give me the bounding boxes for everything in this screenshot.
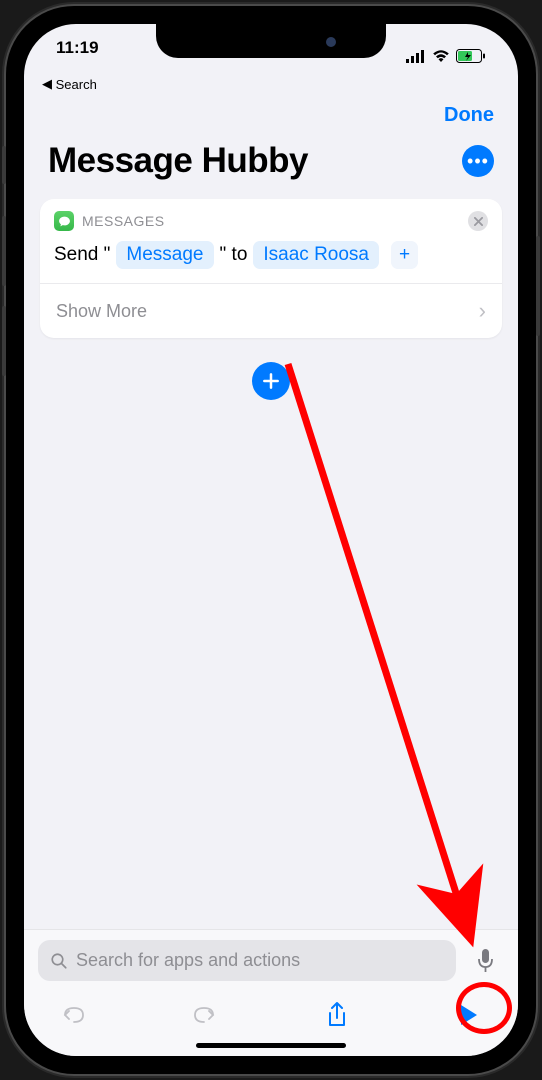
chevron-right-icon: › — [479, 298, 486, 324]
show-more-button[interactable]: Show More › — [40, 283, 502, 338]
action-card: MESSAGES Send " Message " to Isaac Roosa… — [40, 199, 502, 338]
battery-icon — [456, 49, 486, 63]
send-mid: " to — [220, 244, 248, 266]
share-icon — [326, 1001, 348, 1029]
home-indicator[interactable] — [196, 1043, 346, 1048]
clear-action-button[interactable] — [468, 211, 488, 231]
wifi-icon — [432, 50, 450, 63]
app-name-label: MESSAGES — [82, 213, 460, 229]
cellular-icon — [406, 50, 426, 63]
recipient-token[interactable]: Isaac Roosa — [253, 241, 379, 269]
back-chevron-icon: ◀︎ — [42, 76, 52, 92]
show-more-label: Show More — [56, 301, 147, 322]
plus-icon — [261, 371, 281, 391]
play-icon — [459, 1004, 479, 1026]
more-options-button[interactable]: ••• — [462, 145, 494, 177]
search-input[interactable]: Search for apps and actions — [38, 940, 456, 981]
search-placeholder: Search for apps and actions — [76, 950, 300, 971]
status-icons — [406, 38, 486, 74]
undo-icon — [60, 1004, 86, 1026]
messages-app-icon — [54, 211, 74, 231]
ellipsis-icon: ••• — [467, 151, 489, 172]
dictation-button[interactable] — [466, 949, 504, 973]
run-button[interactable] — [446, 1004, 492, 1026]
close-icon — [474, 217, 483, 226]
undo-button[interactable] — [50, 1004, 96, 1026]
status-time: 11:19 — [56, 38, 99, 74]
redo-button[interactable] — [182, 1004, 228, 1026]
share-button[interactable] — [314, 1001, 360, 1029]
back-label: Search — [56, 77, 97, 92]
redo-icon — [192, 1004, 218, 1026]
add-action-button[interactable] — [252, 362, 290, 400]
send-prefix: Send " — [54, 244, 110, 266]
add-recipient-button[interactable]: + — [391, 241, 418, 269]
annotation-arrow — [274, 354, 504, 964]
search-icon — [50, 952, 68, 970]
action-sentence[interactable]: Send " Message " to Isaac Roosa + — [40, 231, 502, 283]
done-button[interactable]: Done — [444, 104, 494, 127]
message-token[interactable]: Message — [116, 241, 213, 269]
mic-icon — [477, 949, 494, 973]
back-to-search-link[interactable]: ◀︎ Search — [24, 74, 518, 94]
page-title: Message Hubby — [48, 141, 308, 181]
